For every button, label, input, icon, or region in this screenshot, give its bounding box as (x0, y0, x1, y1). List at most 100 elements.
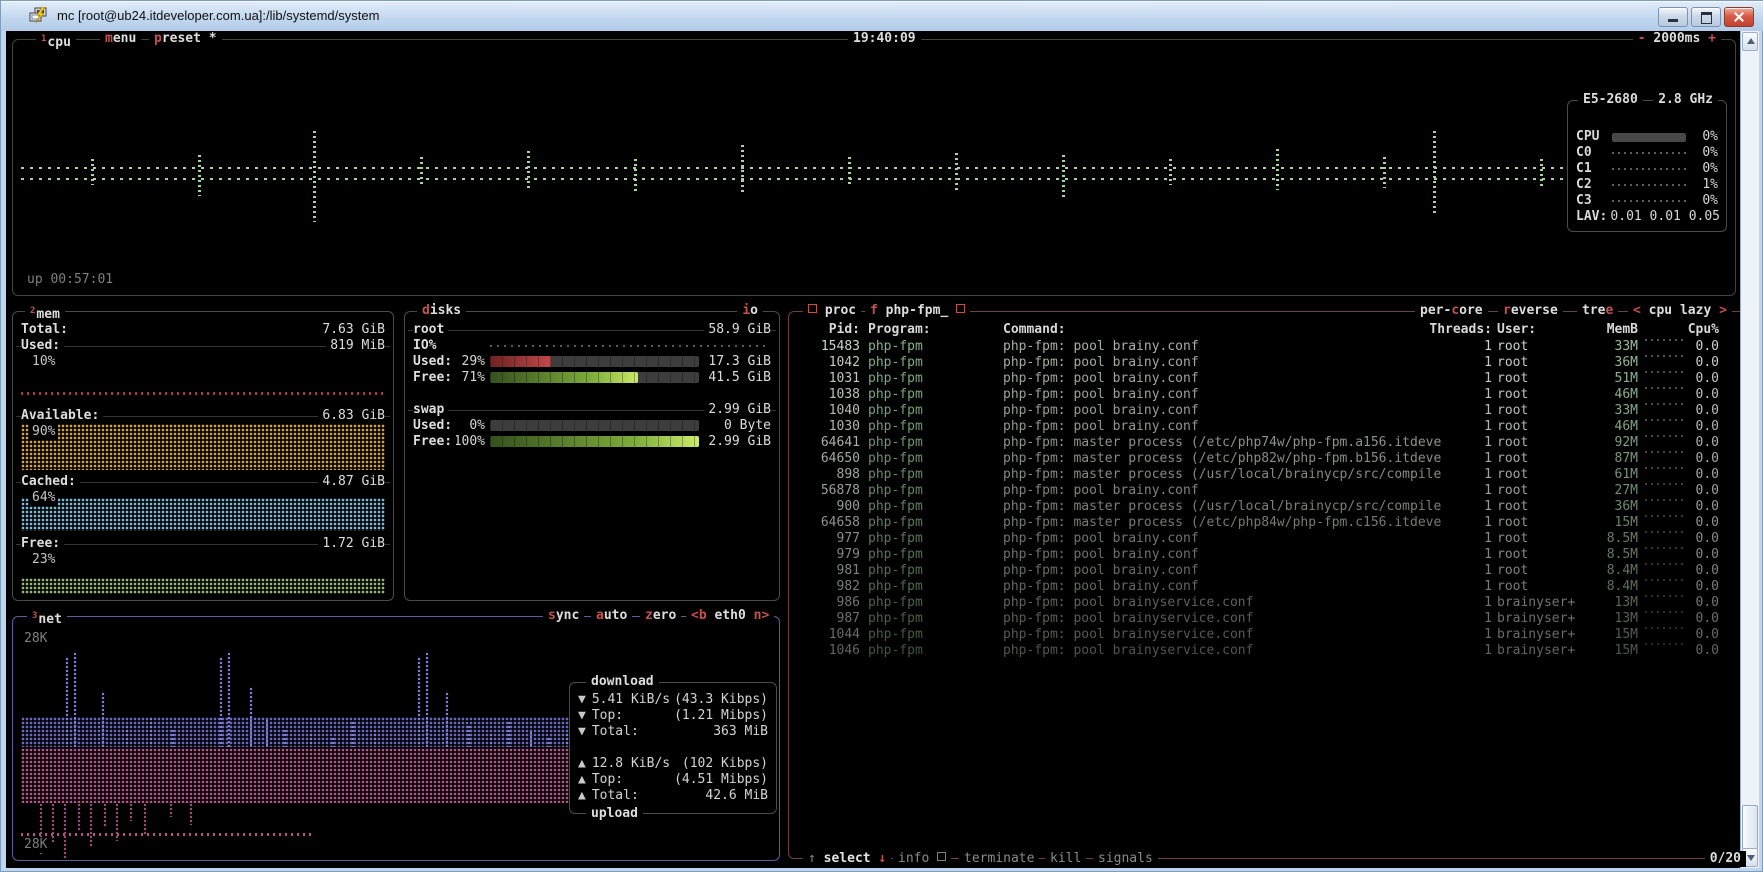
download-graph-spike (227, 652, 231, 747)
cpu-graph-spike (848, 157, 851, 186)
cpu-total-meter (1612, 133, 1686, 142)
process-row[interactable]: 1046php-fpmphp-fpm: pool brainyservice.c… (789, 643, 1756, 659)
mem-box-title: 2mem (25, 303, 65, 323)
process-row[interactable]: 15483php-fpmphp-fpm: pool brainy.conf1ro… (789, 339, 1756, 355)
menu-button[interactable]: menu (100, 31, 141, 47)
cpu-graph-spike (955, 153, 958, 190)
download-total-row: ▼Total:363 MiB (578, 724, 768, 740)
mem-available-percent: 90% (29, 424, 58, 440)
net-zero-button[interactable]: zero (640, 608, 681, 624)
process-row[interactable]: 1030php-fpmphp-fpm: pool brainy.conf1roo… (789, 419, 1756, 435)
upload-arrow-icon: ▲ (578, 756, 586, 771)
download-graph-spike (547, 737, 551, 747)
disk-root-row: root58.9 GiB (405, 322, 779, 338)
maximize-button[interactable] (1691, 7, 1721, 27)
scroll-up-key: ↑ (808, 851, 816, 866)
tree-button[interactable]: tree (1577, 303, 1618, 319)
process-row[interactable]: 1040php-fpmphp-fpm: pool brainy.conf1roo… (789, 403, 1756, 419)
interface-name: eth0 (714, 608, 745, 623)
filter-clear-icon[interactable] (956, 304, 965, 313)
disks-io-button[interactable]: disksio (737, 303, 763, 319)
clock: 19:40:09 (848, 31, 921, 47)
proc-filter-field[interactable]: f php-fpm_ (865, 303, 970, 319)
upload-speed-row: ▲12.8 KiB/s(102 Kibps) (578, 756, 768, 772)
interval-decrease-button[interactable]: - (1638, 31, 1646, 46)
interval-increase-button[interactable]: + (1708, 31, 1716, 46)
process-row[interactable]: 987php-fpmphp-fpm: pool brainyservice.co… (789, 611, 1756, 627)
cpu-total-row: CPU0% (1568, 129, 1726, 145)
upload-graph-spike (89, 803, 93, 847)
minimize-button[interactable] (1658, 7, 1688, 27)
download-graph-spike (489, 733, 493, 747)
process-row[interactable]: 981php-fpmphp-fpm: pool brainy.conf1root… (789, 563, 1756, 579)
interface-prev-button[interactable]: <b (691, 608, 707, 623)
cpu-model-label: E5-2680 (1578, 92, 1643, 108)
arrow-down-icon (1747, 855, 1755, 861)
mem-free-percent: 23% (29, 552, 58, 568)
process-row[interactable]: 1044php-fpmphp-fpm: pool brainyservice.c… (789, 627, 1756, 643)
process-row[interactable]: 900php-fpmphp-fpm: master process (/usr/… (789, 499, 1756, 515)
download-graph-spike (417, 657, 421, 747)
process-row[interactable]: 1031php-fpmphp-fpm: pool brainy.conf1roo… (789, 371, 1756, 387)
process-row[interactable]: 1038php-fpmphp-fpm: pool brainy.conf1roo… (789, 387, 1756, 403)
preset-button[interactable]: preset * (149, 31, 222, 47)
sort-prev-button[interactable]: < (1633, 303, 1641, 318)
mem-cached-row: Cached:4.87 GiB (13, 474, 393, 490)
download-graph-spike (249, 687, 253, 747)
upload-graph-spike (169, 803, 173, 817)
cpu-frequency-label: 2.8 GHz (1653, 92, 1718, 108)
cpu-box-number: 1 (41, 34, 46, 44)
proc-selected-counter: 0/20 (1705, 851, 1746, 867)
cpu-graph-spike (741, 145, 744, 194)
process-row[interactable]: 56878php-fpmphp-fpm: pool brainy.conf1ro… (789, 483, 1756, 499)
process-row[interactable]: 64650php-fpmphp-fpm: master process (/et… (789, 451, 1756, 467)
disk-free-meter (490, 436, 699, 447)
core-row: C00% (1568, 145, 1726, 161)
signals-button[interactable]: signals (1093, 851, 1158, 867)
process-row[interactable]: 64658php-fpmphp-fpm: master process (/et… (789, 515, 1756, 531)
process-row[interactable]: 898php-fpmphp-fpm: master process (/usr/… (789, 467, 1756, 483)
download-graph-spike (425, 652, 429, 747)
net-box: 3net sync auto zero <b eth0 n> 28K 28K d… (12, 616, 780, 861)
reverse-button[interactable]: reverse (1498, 303, 1563, 319)
cpu-graph-spike (1062, 155, 1065, 198)
mem-cached-percent: 64% (29, 490, 58, 506)
scrollbar[interactable] (1740, 31, 1759, 868)
window-controls (1655, 7, 1754, 27)
core-row: C21% (1568, 177, 1726, 193)
process-row[interactable]: 1042php-fpmphp-fpm: pool brainy.conf1roo… (789, 355, 1756, 371)
process-row[interactable]: 986php-fpmphp-fpm: pool brainyservice.co… (789, 595, 1756, 611)
process-row[interactable]: 979php-fpmphp-fpm: pool brainy.conf1root… (789, 547, 1756, 563)
sort-next-button[interactable]: > (1719, 303, 1727, 318)
net-sync-button[interactable]: sync (543, 608, 584, 624)
window-titlebar[interactable]: mc [root@ub24.itdeveloper.com.ua]:/lib/s… (1, 1, 1763, 31)
per-core-button[interactable]: per-core (1415, 303, 1488, 319)
process-row[interactable]: 982php-fpmphp-fpm: pool brainy.conf1root… (789, 579, 1756, 595)
cpu-graph-spike (420, 157, 423, 187)
terminate-button[interactable]: terminate (959, 851, 1039, 867)
download-top-row: ▼Top:(1.21 Mibps) (578, 708, 768, 724)
screenshot-stage: mc [root@ub24.itdeveloper.com.ua]:/lib/s… (0, 0, 1763, 872)
net-graph (21, 617, 573, 854)
cpu-graph-spike (1276, 149, 1279, 190)
scrollbar-thumb[interactable] (1742, 805, 1758, 849)
kill-button[interactable]: kill (1045, 851, 1086, 867)
maximize-icon (1701, 12, 1712, 24)
download-graph-spike (351, 721, 355, 747)
select-control[interactable]: ↑ select ↓ (803, 851, 891, 867)
cpu-graph-spike (527, 151, 530, 190)
mem-available-graph (21, 424, 385, 470)
upload-total-row: ▲Total:42.6 MiB (578, 788, 768, 804)
mem-box: 2mem Total:7.63 GiB Used:819 MiB 10% Ava… (12, 311, 394, 601)
scroll-up-button[interactable] (1742, 32, 1758, 51)
info-button[interactable]: info (893, 851, 951, 867)
mem-used-graph (21, 392, 385, 395)
proc-collapse-icon[interactable] (808, 304, 817, 313)
net-auto-button[interactable]: auto (591, 608, 632, 624)
interface-next-button[interactable]: n> (754, 608, 770, 623)
process-row[interactable]: 977php-fpmphp-fpm: pool brainy.conf1root… (789, 531, 1756, 547)
disk-root-free-row: Free: 71% 41.5 GiB (405, 370, 779, 386)
close-button[interactable] (1724, 7, 1754, 27)
process-row[interactable]: 64641php-fpmphp-fpm: master process (/et… (789, 435, 1756, 451)
mem-free-row: Free:1.72 GiB (13, 536, 393, 552)
